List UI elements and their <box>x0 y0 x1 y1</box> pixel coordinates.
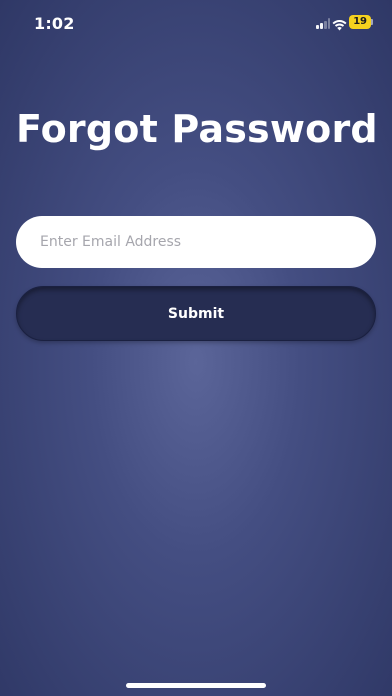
signal-icon <box>316 18 330 29</box>
battery-icon: 19 <box>349 15 373 29</box>
forgot-password-screen: 1:02 19 Forgot Password Submit <box>0 0 392 696</box>
home-indicator[interactable] <box>126 683 266 688</box>
status-time: 1:02 <box>34 14 75 33</box>
email-input[interactable] <box>16 216 376 268</box>
page-title: Forgot Password <box>16 107 378 151</box>
submit-button[interactable]: Submit <box>16 286 376 341</box>
battery-level: 19 <box>349 15 371 29</box>
wifi-icon <box>332 16 347 31</box>
status-bar: 1:02 19 <box>0 0 392 44</box>
